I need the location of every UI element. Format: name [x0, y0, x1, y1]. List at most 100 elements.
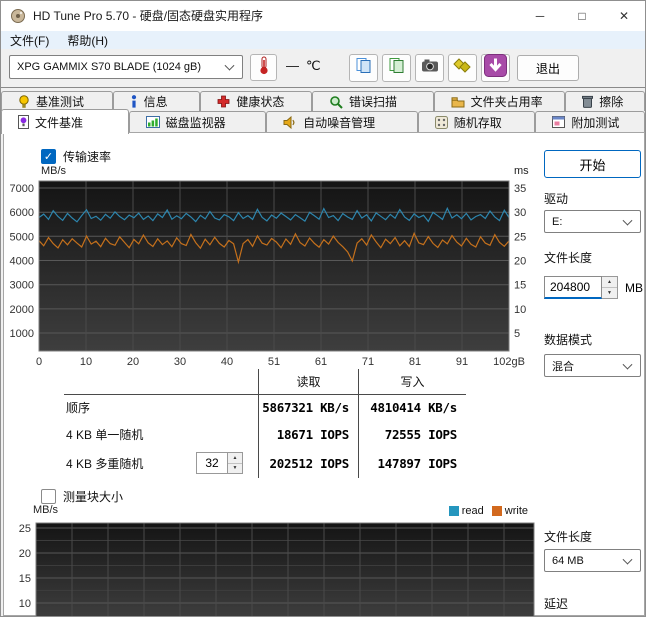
- error-scan-icon: [329, 95, 343, 109]
- download-button[interactable]: [481, 54, 510, 82]
- bottom-file-length-label: 文件长度: [544, 530, 593, 544]
- copy-text-icon: [355, 57, 373, 79]
- info-icon: [130, 95, 138, 108]
- sequential-read-value: 5867321 KB/s: [258, 394, 358, 421]
- checkbox-box[interactable]: [41, 489, 56, 504]
- save-button[interactable]: [448, 54, 477, 82]
- svg-text:20: 20: [514, 256, 526, 268]
- file-length-input[interactable]: [544, 276, 602, 299]
- svg-text:15: 15: [514, 280, 526, 292]
- tab-aam[interactable]: 自动噪音管理: [266, 111, 418, 132]
- svg-text:81: 81: [409, 356, 421, 368]
- checkbox-box[interactable]: [41, 149, 56, 164]
- svg-text:10: 10: [514, 304, 526, 316]
- spin-down-button[interactable]: ▼: [228, 464, 242, 474]
- svg-text:20: 20: [19, 548, 31, 560]
- disk-monitor-icon: [145, 116, 160, 128]
- tab-extra-tests[interactable]: 附加测试: [535, 111, 645, 132]
- data-pattern-value: 混合: [552, 360, 574, 373]
- read-column-header: 读取: [258, 369, 358, 394]
- y-left-axis-caption: MB/s: [41, 165, 67, 177]
- svg-text:30: 30: [174, 356, 186, 368]
- tab-label: 附加测试: [571, 115, 620, 130]
- temperature-unit: ℃: [306, 58, 321, 73]
- svg-text:5: 5: [514, 328, 520, 340]
- svg-text:10: 10: [19, 598, 31, 610]
- temperature-value: —: [286, 58, 299, 73]
- tab-label: 随机存取: [453, 115, 502, 130]
- queue-depth-input[interactable]: [196, 452, 228, 474]
- row-label-4k-single: 4 KB 单一随机: [66, 428, 144, 442]
- svg-text:51: 51: [268, 356, 280, 368]
- block-size-checkbox[interactable]: 测量块大小: [41, 488, 123, 505]
- spin-up-button[interactable]: ▲: [602, 277, 617, 288]
- y-right-axis-caption: ms: [514, 165, 529, 177]
- screenshot-button[interactable]: [415, 54, 444, 82]
- chevron-down-icon: [622, 359, 633, 370]
- device-select-value: XPG GAMMIX S70 BLADE (1024 gB): [17, 61, 202, 73]
- temperature-button[interactable]: [250, 54, 277, 81]
- svg-text:35: 35: [514, 183, 526, 195]
- menu-help[interactable]: 帮助(H): [58, 32, 117, 49]
- bottom-file-length-select[interactable]: 64 MB: [544, 549, 641, 572]
- tab-info[interactable]: 信息: [112, 91, 201, 111]
- svg-text:25: 25: [514, 231, 526, 243]
- spin-down-button[interactable]: ▼: [602, 288, 617, 298]
- tab-label: 健康状态: [236, 95, 285, 109]
- tab-label: 擦除: [599, 95, 624, 109]
- copy-image-button[interactable]: [382, 54, 411, 82]
- svg-text:3000: 3000: [10, 280, 34, 292]
- menu-bar: 文件(F) 帮助(H): [1, 31, 645, 49]
- minimize-button[interactable]: ─: [519, 1, 561, 31]
- transfer-rate-chart: 7000 6000 5000 4000 3000 2000 1000 35 30 25 20 15 10…: [10, 180, 526, 368]
- checkbox-label: 测量块大小: [63, 490, 124, 504]
- tab-random-access[interactable]: 随机存取: [417, 111, 536, 132]
- copy-text-button[interactable]: [349, 54, 378, 82]
- menu-file[interactable]: 文件(F): [1, 32, 58, 49]
- 4k-single-read-value: 18671 IOPS: [258, 421, 358, 448]
- drive-select[interactable]: E:: [544, 210, 641, 233]
- svg-text:40: 40: [221, 356, 233, 368]
- download-purple-icon: [484, 54, 507, 82]
- svg-text:6000: 6000: [10, 207, 34, 219]
- svg-text:20: 20: [127, 356, 139, 368]
- tab-erase[interactable]: 擦除: [565, 91, 645, 111]
- tab-health[interactable]: 健康状态: [200, 91, 313, 111]
- data-pattern-label: 数据模式: [544, 333, 593, 347]
- device-select[interactable]: XPG GAMMIX S70 BLADE (1024 gB): [9, 55, 243, 79]
- svg-text:61: 61: [315, 356, 327, 368]
- data-pattern-select[interactable]: 混合: [544, 354, 641, 377]
- app-disk-icon: [10, 8, 26, 29]
- tab-disk-monitor[interactable]: 磁盘监视器: [128, 111, 267, 132]
- svg-text:2000: 2000: [10, 304, 34, 316]
- spin-up-button[interactable]: ▲: [228, 453, 242, 464]
- write-column-header: 写入: [358, 369, 466, 394]
- svg-text:25: 25: [19, 523, 31, 535]
- row-label-4k-multi: 4 KB 多重随机: [66, 456, 144, 471]
- aam-icon: [283, 115, 297, 129]
- hd-tune-window: HD Tune Pro 5.70 - 硬盘/固态硬盘实用程序 ─ □ ✕ 文件(…: [0, 0, 646, 617]
- 4k-multi-write-value: 147897 IOPS: [358, 448, 466, 478]
- close-button[interactable]: ✕: [603, 1, 645, 31]
- maximize-button[interactable]: □: [561, 1, 603, 31]
- tab-folder-usage[interactable]: 文件夹占用率: [433, 91, 566, 111]
- tab-label: 文件夹占用率: [470, 95, 543, 109]
- tab-file-benchmark[interactable]: 文件基准: [1, 109, 129, 134]
- save-yellow-icon: [453, 57, 472, 79]
- 4k-single-write-value: 72555 IOPS: [358, 421, 466, 448]
- transfer-rate-checkbox[interactable]: 传输速率: [41, 148, 111, 165]
- start-button[interactable]: 开始: [544, 150, 641, 178]
- file-length-spinner: ▲ ▼ MB: [544, 276, 643, 299]
- spinner-arrows: ▲ ▼: [602, 276, 618, 299]
- tab-benchmark[interactable]: 基准测试: [1, 91, 113, 111]
- folder-usage-icon: [451, 96, 465, 108]
- exit-button[interactable]: 退出: [517, 55, 579, 81]
- tab-error-scan[interactable]: 错误扫描: [312, 91, 434, 111]
- copy-image-icon: [388, 57, 406, 79]
- svg-text:91: 91: [456, 356, 468, 368]
- tab-label: 信息: [143, 95, 168, 109]
- chevron-down-icon: [224, 60, 235, 71]
- queue-depth-spinner: ▲ ▼: [196, 452, 243, 474]
- title-bar: HD Tune Pro 5.70 - 硬盘/固态硬盘实用程序 ─ □ ✕: [1, 1, 645, 31]
- svg-text:0: 0: [36, 356, 42, 368]
